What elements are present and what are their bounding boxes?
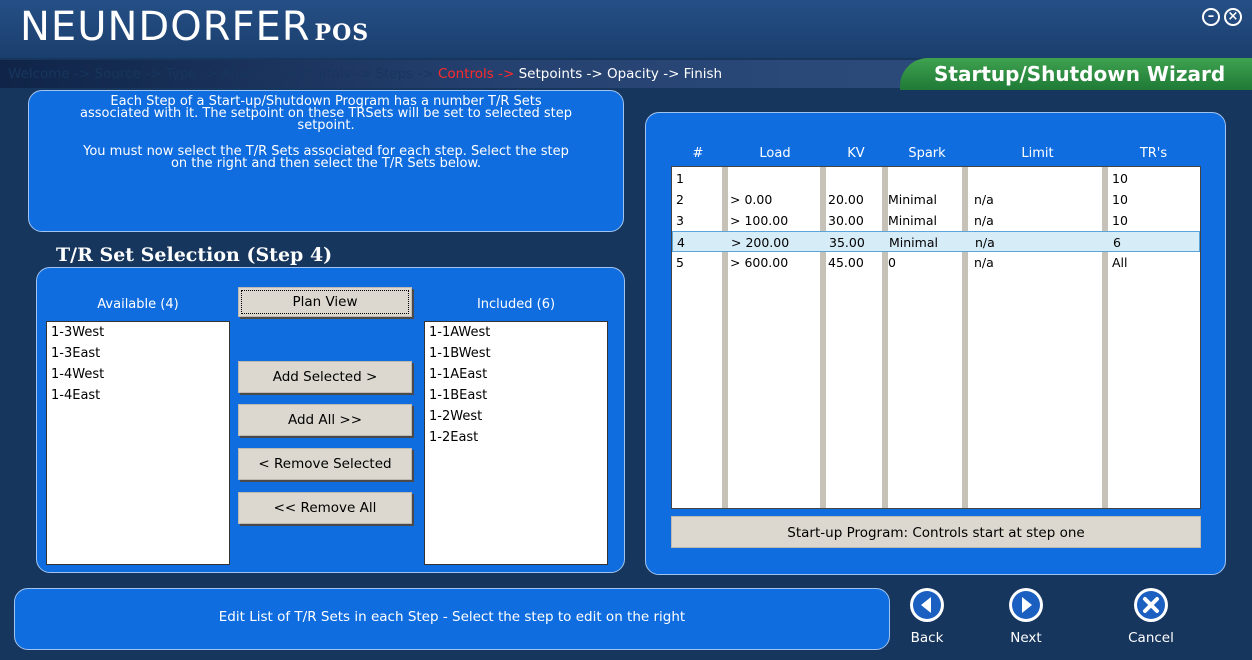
minimize-icon[interactable]: – xyxy=(1202,8,1220,26)
grid-cell: 35.00 xyxy=(829,235,865,250)
cancel-icon xyxy=(1134,588,1168,622)
grid-cell: n/a xyxy=(974,255,994,270)
breadcrumb-completed: Welcome -> Source -> Type -> Analogs -> … xyxy=(8,66,438,82)
grid-cell: Minimal xyxy=(889,235,938,250)
available-list[interactable]: 1-3West 1-3East 1-4West 1-4East xyxy=(46,321,230,565)
step-row[interactable]: 5 > 600.00 45.00 0 n/a All xyxy=(672,252,1200,273)
instructions-text: Each Step of a Start-up/Shutdown Program… xyxy=(40,95,612,171)
add-all-button[interactable]: Add All >> xyxy=(238,404,412,436)
grid-cell: n/a xyxy=(974,213,994,228)
close-icon[interactable]: × xyxy=(1224,8,1242,26)
grid-cell: 1 xyxy=(676,171,684,186)
grid-cell: n/a xyxy=(975,235,995,250)
grid-cell: 20.00 xyxy=(828,192,864,207)
grid-cell: > 600.00 xyxy=(730,255,789,270)
grid-cell: 10 xyxy=(1112,213,1128,228)
brand-suffix: POS xyxy=(314,20,370,46)
list-item[interactable]: 1-1AEast xyxy=(425,364,607,385)
breadcrumb-remaining: Setpoints -> Opacity -> Finish xyxy=(518,66,723,82)
steps-grid[interactable]: 1 10 2 > 0.00 20.00 Minimal n/a 10 3 > 100.00 30.0… xyxy=(671,166,1201,509)
grid-cell: 5 xyxy=(676,255,684,270)
step-row[interactable]: 2 > 0.00 20.00 Minimal n/a 10 xyxy=(672,189,1200,210)
list-item[interactable]: 1-3East xyxy=(47,343,229,364)
column-header: # xyxy=(692,146,704,161)
included-label: Included (6) xyxy=(476,297,556,312)
breadcrumb-current: Controls -> xyxy=(437,66,519,82)
brand-name: NEUNDORFER xyxy=(20,4,311,50)
column-header: Load xyxy=(759,146,791,161)
included-list[interactable]: 1-1AWest 1-1BWest 1-1AEast 1-1BEast 1-2West 1… xyxy=(424,321,608,565)
list-item[interactable]: 1-2East xyxy=(425,427,607,448)
remove-selected-button[interactable]: < Remove Selected xyxy=(238,448,412,480)
back-icon xyxy=(910,588,944,622)
grid-cell: 30.00 xyxy=(828,213,864,228)
program-status: Start-up Program: Controls start at step… xyxy=(671,516,1201,548)
column-header: TR's xyxy=(1139,146,1168,161)
available-label: Available (4) xyxy=(97,297,179,312)
grid-cell: 3 xyxy=(676,213,684,228)
column-header: Limit xyxy=(1021,146,1054,161)
cancel-button[interactable]: Cancel xyxy=(1121,588,1181,646)
list-item[interactable]: 1-1AWest xyxy=(425,322,607,343)
grid-cell: > 200.00 xyxy=(731,235,790,250)
next-icon xyxy=(1009,588,1043,622)
list-item[interactable]: 1-1BEast xyxy=(425,385,607,406)
status-message: Edit List of T/R Sets in each Step - Sel… xyxy=(218,609,686,625)
column-header: KV xyxy=(847,146,865,161)
grid-cell: > 100.00 xyxy=(730,213,789,228)
grid-cell: 2 xyxy=(676,192,684,207)
plan-view-button[interactable]: Plan View xyxy=(238,287,412,317)
back-button[interactable]: Back xyxy=(897,588,957,646)
list-item[interactable]: 1-4East xyxy=(47,385,229,406)
back-label: Back xyxy=(910,630,944,646)
list-item[interactable]: 1-1BWest xyxy=(425,343,607,364)
next-button[interactable]: Next xyxy=(996,588,1056,646)
grid-cell: 45.00 xyxy=(828,255,864,270)
list-item[interactable]: 1-2West xyxy=(425,406,607,427)
list-item[interactable]: 1-4West xyxy=(47,364,229,385)
step-row[interactable]: 1 10 xyxy=(672,168,1200,189)
grid-cell: 10 xyxy=(1112,192,1128,207)
list-item[interactable]: 1-3West xyxy=(47,322,229,343)
grid-cell: 10 xyxy=(1112,171,1128,186)
step-row[interactable]: 3 > 100.00 30.00 Minimal n/a 10 xyxy=(672,210,1200,231)
grid-cell: All xyxy=(1112,255,1128,270)
cancel-label: Cancel xyxy=(1128,630,1174,646)
wizard-title: Startup/Shutdown Wizard xyxy=(934,62,1226,86)
column-header: Spark xyxy=(908,146,946,161)
grid-cell: 6 xyxy=(1113,235,1121,250)
grid-cell: 0 xyxy=(888,255,896,270)
grid-cell: Minimal xyxy=(888,192,937,207)
grid-cell: > 0.00 xyxy=(730,192,773,207)
instruction-line: on the right and then select the T/R Set… xyxy=(170,156,482,171)
breadcrumb: Welcome -> Source -> Type -> Analogs -> … xyxy=(8,66,722,82)
next-label: Next xyxy=(1010,630,1042,646)
remove-all-button[interactable]: << Remove All xyxy=(238,492,412,524)
section-title: T/R Set Selection (Step 4) xyxy=(56,244,333,266)
add-selected-button[interactable]: Add Selected > xyxy=(238,361,412,393)
instruction-line: setpoint. xyxy=(297,118,355,133)
grid-cell: Minimal xyxy=(888,213,937,228)
grid-cell: n/a xyxy=(974,192,994,207)
app-title: NEUNDORFER POS xyxy=(20,4,369,50)
grid-cell: 4 xyxy=(677,235,685,250)
step-row[interactable]: 4 > 200.00 35.00 Minimal n/a 6 xyxy=(672,231,1200,252)
